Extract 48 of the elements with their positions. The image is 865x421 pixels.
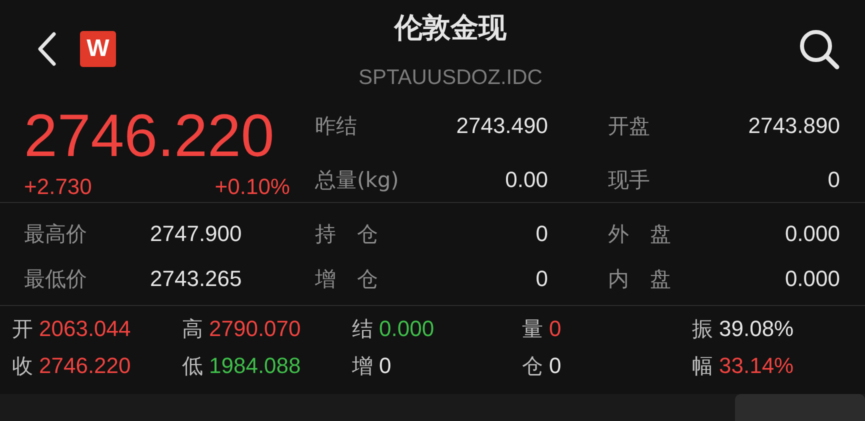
stat-value: 0	[826, 166, 840, 194]
stat-value: 39.08%	[719, 316, 794, 342]
stat-label: 低	[182, 352, 203, 380]
stat-label: 结	[352, 316, 373, 343]
stat-label: 开	[12, 316, 33, 343]
stat-label: 最高价	[24, 220, 88, 248]
logo-icon[interactable]: W	[80, 31, 116, 67]
change-percent: +0.10%	[214, 174, 290, 200]
page-title: 伦敦金现	[394, 10, 506, 46]
stat-value: 0	[379, 352, 392, 379]
stat-value: 0	[534, 264, 548, 293]
stat-value: 2743.490	[455, 112, 548, 140]
stat-value: 0	[534, 220, 548, 248]
stat-value: 0	[549, 352, 562, 379]
search-icon[interactable]	[797, 27, 841, 71]
last-price: 2746.220	[24, 104, 276, 168]
stat-label: 总量(kg)	[315, 166, 400, 194]
stat-value: 2743.265	[150, 266, 243, 292]
stat-label: 增	[352, 352, 373, 380]
stat-value: 0.000	[379, 316, 434, 342]
stat-label: 收	[12, 352, 33, 380]
symbol-code: SPTAUUSDOZ.IDC	[358, 65, 542, 91]
stat-value: 2063.044	[39, 316, 131, 342]
stat-value: 2746.220	[39, 352, 131, 379]
stat-label: 内 盘	[607, 266, 672, 293]
stat-label: 现手	[607, 166, 651, 194]
stat-label: 外 盘	[607, 220, 672, 248]
stat-value: 1984.088	[209, 352, 301, 379]
stat-label: 仓	[522, 352, 543, 380]
stat-label: 量	[522, 316, 543, 343]
stat-value: 2743.890	[747, 112, 840, 140]
stat-value: 0	[549, 316, 562, 342]
stat-label: 昨结	[315, 112, 358, 140]
price-change: +2.730	[24, 174, 92, 200]
stat-label: 振	[692, 316, 713, 343]
stat-value: 0.00	[504, 166, 548, 194]
stat-label: 幅	[692, 352, 713, 380]
stat-label: 高	[182, 316, 203, 343]
stat-label: 开盘	[607, 112, 651, 140]
stat-label: 增 仓	[314, 266, 379, 293]
back-icon[interactable]	[36, 31, 58, 67]
stat-value: 2790.070	[209, 316, 301, 342]
stat-value: 2747.900	[150, 220, 243, 247]
stat-value: 33.14%	[719, 352, 794, 379]
stat-value: 0.000	[784, 220, 840, 248]
stat-value: 0.000	[784, 264, 840, 293]
stat-label: 持 仓	[314, 220, 379, 248]
stat-label: 最低价	[24, 266, 88, 293]
